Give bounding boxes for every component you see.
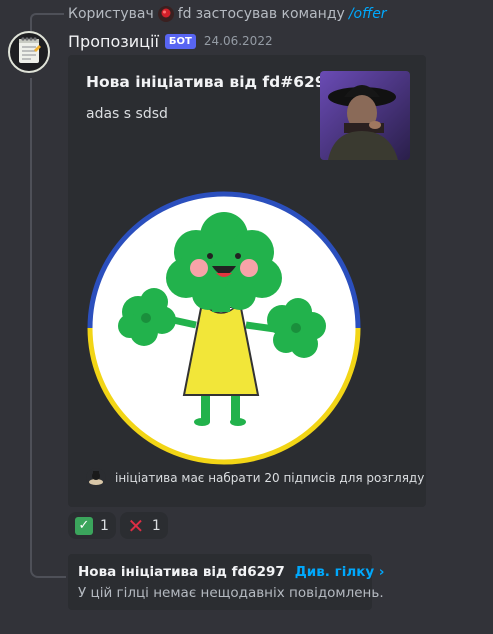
embed-image[interactable] xyxy=(86,190,362,466)
embed-thumbnail[interactable] xyxy=(320,71,410,160)
author-name[interactable]: Пропозиції xyxy=(68,32,159,51)
reply-action: застосував команду xyxy=(195,6,345,22)
thread-name[interactable]: Нова ініціатива від fd6297 xyxy=(78,564,285,580)
notepad-icon xyxy=(16,36,42,68)
embed-description: adas s sdsd xyxy=(86,106,168,122)
reply-command[interactable]: /offer xyxy=(349,6,387,22)
thread-preview[interactable]: Нова ініціатива від fd6297 Див. гілку › … xyxy=(68,554,384,610)
coin-hand-icon xyxy=(86,468,106,488)
reaction-check[interactable]: ✓ 1 xyxy=(68,512,116,539)
user-avatar-red-icon xyxy=(157,6,174,22)
bot-avatar[interactable] xyxy=(8,31,50,73)
message-timestamp[interactable]: 24.06.2022 xyxy=(204,34,273,48)
reply-username[interactable]: fd xyxy=(178,6,192,22)
reaction-cross[interactable]: ✕ 1 xyxy=(119,512,168,539)
message-header: Пропозиції БОТ 24.06.2022 xyxy=(68,30,273,52)
reply-prefix: Користувач xyxy=(68,6,154,22)
reaction-count: 1 xyxy=(100,517,109,534)
embed-title: Нова ініціатива від fd#6297 xyxy=(86,73,337,91)
embed-footer-text: ініціатива має набрати 20 підписів для р… xyxy=(115,471,425,485)
thread-spine xyxy=(30,78,66,578)
white-check-mark-icon: ✓ xyxy=(75,516,93,535)
embed: Нова ініціатива від fd#6297 adas s sdsd xyxy=(68,55,426,507)
reactions-bar: ✓ 1 ✕ 1 xyxy=(68,512,168,539)
reaction-count: 1 xyxy=(151,517,161,534)
thread-subtitle: У цій гілці немає нещодавніх повідомлень… xyxy=(78,585,384,601)
reply-context[interactable]: Користувач fd застосував команду /offer xyxy=(68,5,387,23)
cross-mark-icon: ✕ xyxy=(127,513,145,538)
embed-footer: ініціатива має набрати 20 підписів для р… xyxy=(86,468,424,488)
view-thread-link[interactable]: Див. гілку › xyxy=(295,564,385,580)
bot-badge: БОТ xyxy=(164,33,196,49)
